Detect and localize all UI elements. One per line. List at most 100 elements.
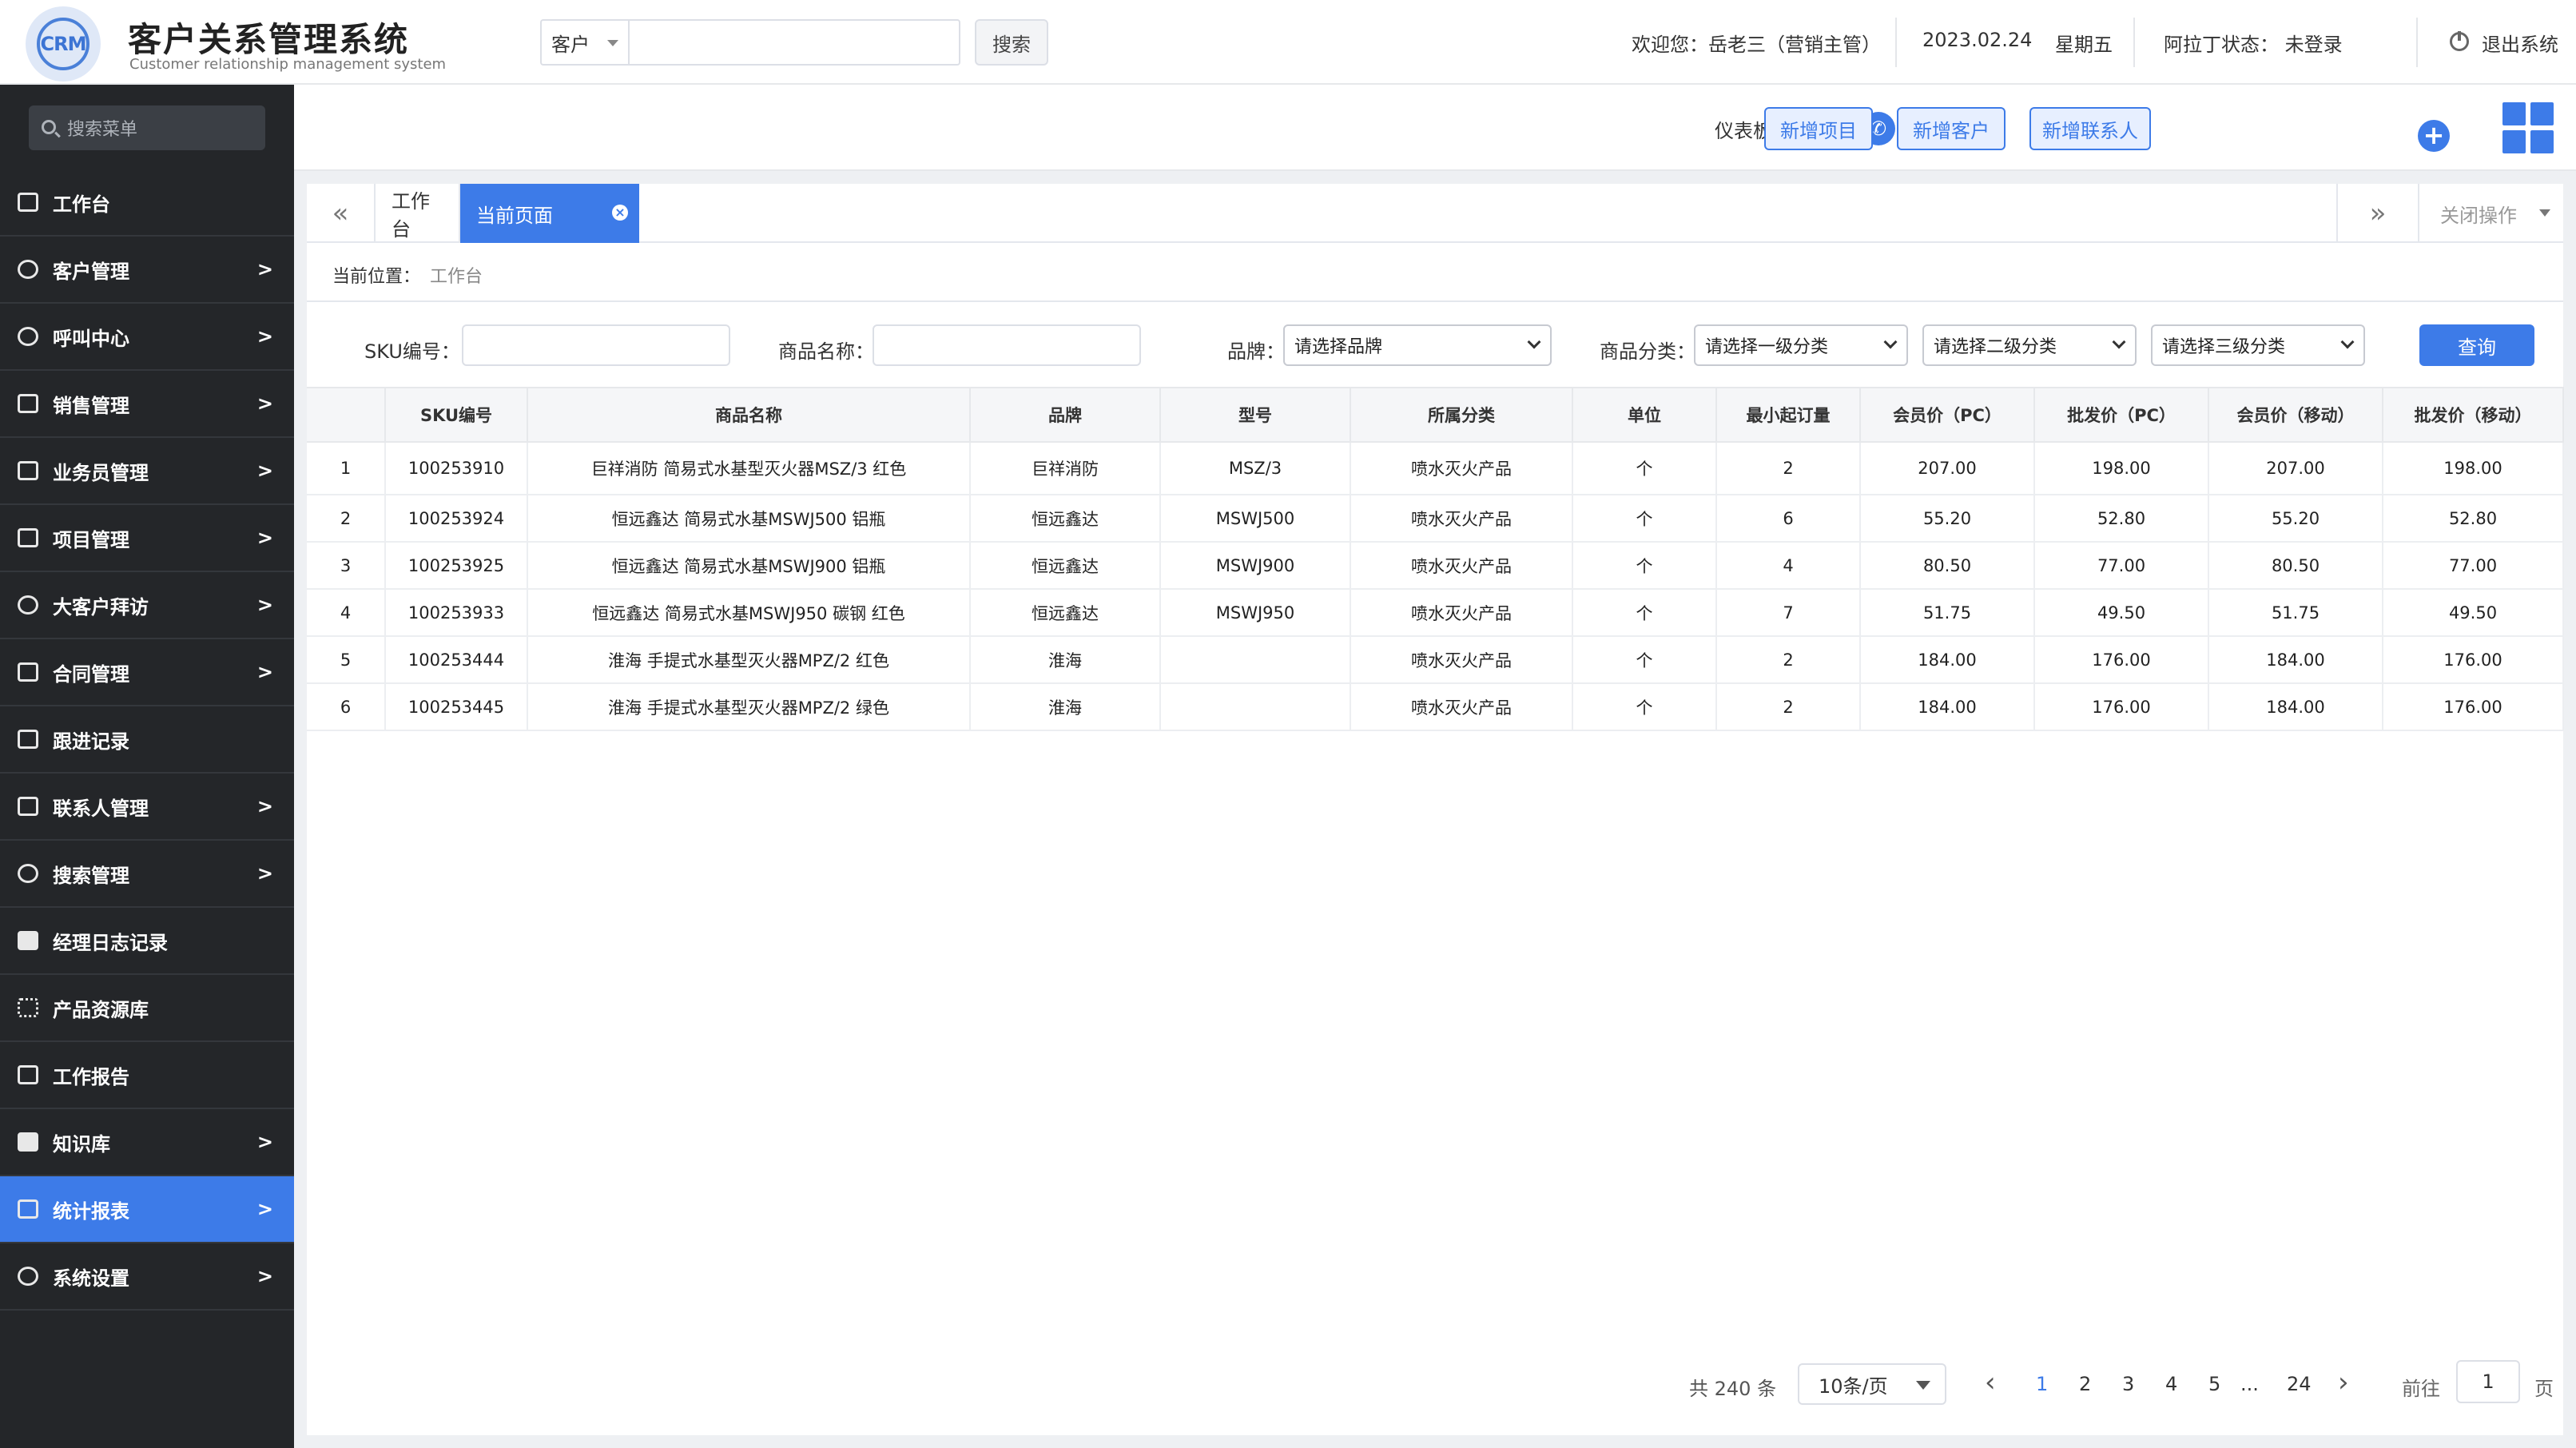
query-button[interactable]: 查询	[2419, 324, 2534, 366]
column-header[interactable]: 单位	[1572, 387, 1717, 443]
global-search-input[interactable]	[628, 19, 960, 66]
sidebar-item-label: 呼叫中心	[53, 327, 129, 350]
column-header[interactable]: 会员价（移动）	[2208, 387, 2383, 443]
sidebar-item-projects[interactable]: 项目管理 >	[0, 505, 294, 572]
power-icon[interactable]	[2450, 31, 2469, 51]
table-row[interactable]: 2 100253924 恒远鑫达 简易式水基MSWJ500 铝瓶 恒远鑫达 MS…	[307, 495, 2564, 543]
sidebar-item-customers[interactable]: 客户管理 >	[0, 237, 294, 304]
table-cell: 176.00	[2034, 636, 2209, 684]
table-cell: 100253910	[385, 442, 528, 495]
table-cell: 49.50	[2034, 589, 2209, 637]
table-row[interactable]: 1 100253910 巨祥消防 简易式水基型灭火器MSZ/3 红色 巨祥消防 …	[307, 442, 2564, 495]
table-cell: 77.00	[2383, 542, 2564, 590]
sidebar-item-key-account-visits[interactable]: 大客户拜访 >	[0, 572, 294, 639]
table-cell: 巨祥消防	[970, 442, 1161, 495]
column-header[interactable]: 所属分类	[1350, 387, 1573, 443]
table-cell: 个	[1572, 542, 1717, 590]
app-grid-icon[interactable]	[2502, 102, 2554, 153]
tab-scroll-left-icon[interactable]: «	[307, 184, 374, 243]
close-icon[interactable]: ×	[612, 205, 628, 221]
grid-apps-icon	[18, 998, 38, 1017]
column-header[interactable]: 会员价（PC）	[1860, 387, 2035, 443]
table-row[interactable]: 6 100253445 淮海 手提式水基型灭火器MPZ/2 绿色 淮海 喷水灭火…	[307, 683, 2564, 731]
user-group-icon	[18, 461, 38, 480]
sidebar-item-follow-ups[interactable]: 跟进记录	[0, 706, 294, 774]
sidebar-item-workbench[interactable]: 工作台	[0, 169, 294, 237]
column-header[interactable]: 商品名称	[527, 387, 971, 443]
category-level2-select[interactable]: 请选择二级分类	[1922, 324, 2137, 366]
app-subtitle: Customer relationship management system	[129, 56, 447, 73]
brand-select[interactable]: 请选择品牌	[1283, 324, 1552, 366]
page-number[interactable]: 5	[2208, 1373, 2220, 1395]
tab-current-page[interactable]: 当前页面 ×	[460, 184, 639, 243]
table-cell: 个	[1572, 495, 1717, 543]
sidebar-item-call-center[interactable]: 呼叫中心 >	[0, 304, 294, 371]
table-cell: 恒远鑫达 简易式水基MSWJ500 铝瓶	[527, 495, 971, 543]
sidebar-item-statistics[interactable]: 统计报表 >	[0, 1176, 294, 1243]
sidebar-item-contracts[interactable]: 合同管理 >	[0, 639, 294, 706]
sku-input[interactable]	[462, 324, 730, 366]
table-row[interactable]: 5 100253444 淮海 手提式水基型灭火器MPZ/2 红色 淮海 喷水灭火…	[307, 636, 2564, 684]
search-scope-value: 客户	[551, 33, 590, 56]
new-customer-button[interactable]: 新增客户	[1897, 107, 2006, 150]
line-chart-icon	[18, 1199, 38, 1219]
breadcrumb-current[interactable]: 工作台	[430, 267, 483, 287]
column-header[interactable]: 型号	[1160, 387, 1351, 443]
page-ellipsis[interactable]: ...	[2240, 1373, 2259, 1395]
table-cell: 恒远鑫达	[970, 589, 1161, 637]
menu-search-input[interactable]: 搜索菜单	[29, 105, 265, 150]
page-number-current[interactable]: 1	[2036, 1373, 2048, 1395]
table-row[interactable]: 4 100253933 恒远鑫达 简易式水基MSWJ950 碳钢 红色 恒远鑫达…	[307, 589, 2564, 637]
table-row[interactable]: 3 100253925 恒远鑫达 简易式水基MSWJ900 铝瓶 恒远鑫达 MS…	[307, 542, 2564, 590]
table-cell: MSZ/3	[1160, 442, 1351, 495]
category-level1-select[interactable]: 请选择一级分类	[1694, 324, 1908, 366]
document-icon	[18, 528, 38, 547]
table-cell: 6	[1716, 495, 1861, 543]
column-header[interactable]: 最小起订量	[1716, 387, 1861, 443]
sidebar-item-salesperson[interactable]: 业务员管理 >	[0, 438, 294, 505]
search-scope-select[interactable]: 客户	[540, 19, 628, 66]
prev-page-icon[interactable]: ‹	[1985, 1366, 1996, 1398]
tab-scroll-right-icon[interactable]: »	[2336, 184, 2419, 243]
close-operations-dropdown[interactable]: 关闭操作	[2419, 184, 2563, 243]
tab-workbench[interactable]: 工作台	[374, 184, 460, 243]
product-name-input[interactable]	[873, 324, 1141, 366]
page-number[interactable]: 4	[2165, 1373, 2177, 1395]
action-bar: 仪表板 ✆ 新增项目 新增客户 新增联系人 +	[294, 85, 2576, 171]
column-header[interactable]: SKU编号	[385, 387, 528, 443]
grid-cell	[2530, 130, 2554, 153]
header-divider	[2133, 18, 2135, 67]
column-header[interactable]: 批发价（PC）	[2034, 387, 2209, 443]
sidebar-item-settings[interactable]: 系统设置 >	[0, 1243, 294, 1311]
category-label: 商品分类：	[1600, 340, 1695, 363]
page-size-select[interactable]: 10条/页	[1798, 1363, 1946, 1405]
sidebar-item-search-management[interactable]: 搜索管理 >	[0, 841, 294, 908]
sidebar-item-product-library[interactable]: 产品资源库	[0, 975, 294, 1042]
sidebar-item-sales[interactable]: 销售管理 >	[0, 371, 294, 438]
sidebar-item-label: 跟进记录	[53, 730, 129, 753]
chevron-right-icon: >	[256, 1131, 273, 1153]
next-page-icon[interactable]: ›	[2338, 1366, 2349, 1398]
page-number[interactable]: 3	[2122, 1373, 2134, 1395]
table-cell: 2	[1716, 683, 1861, 731]
goto-page-input[interactable]: 1	[2456, 1360, 2520, 1403]
sidebar-item-work-reports[interactable]: 工作报告	[0, 1042, 294, 1109]
logout-link[interactable]: 退出系统	[2482, 29, 2558, 57]
sidebar-item-contacts[interactable]: 联系人管理 >	[0, 774, 294, 841]
new-contact-button[interactable]: 新增联系人	[2029, 107, 2151, 150]
column-header[interactable]: 品牌	[970, 387, 1161, 443]
page-number[interactable]: 24	[2287, 1373, 2312, 1395]
category-level1-value: 请选择一级分类	[1705, 337, 1829, 357]
category-level3-select[interactable]: 请选择三级分类	[2151, 324, 2365, 366]
sidebar-item-manager-log[interactable]: 经理日志记录	[0, 908, 294, 975]
header-weekday: 星期五	[2055, 34, 2113, 56]
global-search-button[interactable]: 搜索	[975, 19, 1048, 66]
add-icon[interactable]: +	[2418, 120, 2450, 152]
page-number[interactable]: 2	[2079, 1373, 2091, 1395]
new-project-button[interactable]: 新增项目	[1764, 107, 1873, 150]
grid-cell	[2530, 102, 2554, 125]
sidebar-item-knowledge-base[interactable]: 知识库 >	[0, 1109, 294, 1176]
bar-chart-icon	[18, 394, 38, 413]
chevron-right-icon: >	[256, 459, 273, 482]
column-header[interactable]: 批发价（移动）	[2383, 387, 2564, 443]
